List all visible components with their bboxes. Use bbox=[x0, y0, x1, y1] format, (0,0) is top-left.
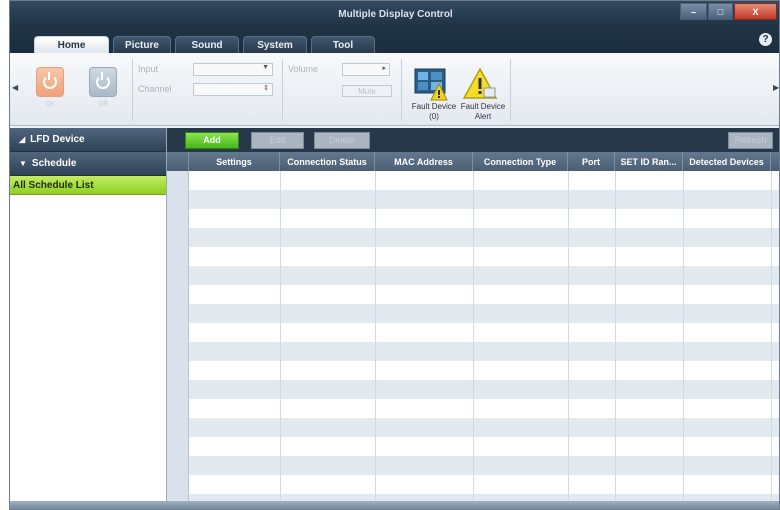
row-select-cell bbox=[167, 190, 189, 209]
tab-tool[interactable]: Tool bbox=[311, 36, 375, 53]
column-set-id-range[interactable]: SET ID Ran... bbox=[615, 152, 683, 171]
row-select-cell bbox=[167, 342, 189, 361]
title-bar: Multiple Display Control – □ X ? Home Pi… bbox=[10, 1, 779, 53]
tab-system[interactable]: System bbox=[243, 36, 307, 53]
row-select-cell bbox=[167, 171, 189, 190]
ribbon-divider bbox=[132, 59, 133, 121]
app-window: Multiple Display Control – □ X ? Home Pi… bbox=[9, 0, 780, 510]
app-title: Multiple Display Control bbox=[338, 9, 453, 20]
ribbon-scroll-right-icon[interactable]: ▶ bbox=[773, 83, 779, 92]
sidebar-item-schedule[interactable]: ▼ Schedule bbox=[10, 152, 166, 176]
row-select-cell bbox=[167, 380, 189, 399]
column-port[interactable]: Port bbox=[568, 152, 615, 171]
volume-field[interactable]: ▸ bbox=[342, 63, 390, 76]
power-off-label: Off bbox=[98, 101, 108, 108]
window-controls: – □ X bbox=[680, 3, 777, 20]
row-select-cell bbox=[167, 285, 189, 304]
sidebar-item-lfd-device[interactable]: ◢ LFD Device bbox=[10, 128, 166, 152]
ribbon-scroll-left-icon[interactable]: ◀ bbox=[12, 83, 18, 92]
column-settings[interactable]: Settings bbox=[189, 152, 280, 171]
add-button[interactable]: Add bbox=[185, 132, 239, 149]
grid-column-divider bbox=[375, 171, 376, 501]
row-select-cell bbox=[167, 228, 189, 247]
status-bar bbox=[10, 501, 779, 509]
sidebar-item-label: Schedule bbox=[31, 158, 77, 169]
sidebar-item-label: All Schedule List bbox=[13, 179, 94, 191]
input-select[interactable]: ▼ bbox=[193, 63, 273, 76]
tab-home[interactable]: Home bbox=[34, 36, 109, 53]
fault-alert-text: Fault Device bbox=[460, 102, 506, 111]
row-select-cell bbox=[167, 494, 189, 501]
input-label: Input bbox=[138, 64, 159, 74]
row-select-cell bbox=[167, 323, 189, 342]
chevron-down-icon: ▼ bbox=[262, 64, 269, 71]
delete-button[interactable]: Delete bbox=[314, 132, 370, 149]
power-icon bbox=[43, 72, 57, 89]
sidebar-empty-area bbox=[10, 195, 166, 501]
channel-label: Channel bbox=[138, 84, 172, 94]
fault-device-label: Fault Device (0) bbox=[407, 102, 461, 122]
sidebar-item-all-schedule-list[interactable]: All Schedule List bbox=[10, 176, 166, 195]
sidebar: ◢ LFD Device ▼ Schedule All Schedule Lis… bbox=[10, 128, 167, 501]
column-connection-type[interactable]: Connection Type bbox=[473, 152, 568, 171]
tab-strip: Home Picture Sound System Tool bbox=[34, 36, 379, 53]
power-on-label: On bbox=[45, 101, 55, 108]
grid-column-divider bbox=[568, 171, 569, 501]
row-select-cell bbox=[167, 361, 189, 380]
row-select-cell bbox=[167, 456, 189, 475]
sidebar-item-label: LFD Device bbox=[30, 134, 85, 145]
ribbon-divider bbox=[510, 59, 511, 121]
select-all-column[interactable] bbox=[167, 152, 189, 171]
chevron-right-icon: ▸ bbox=[382, 65, 386, 72]
mute-button[interactable]: Mute bbox=[342, 85, 392, 97]
fault-alert-icon[interactable] bbox=[462, 66, 498, 102]
grid-column-divider bbox=[280, 171, 281, 501]
fault-alert-sub: Alert bbox=[474, 112, 492, 121]
close-button[interactable]: X bbox=[734, 3, 777, 20]
maximize-button[interactable]: □ bbox=[708, 3, 733, 20]
fault-device-icon[interactable] bbox=[413, 66, 449, 102]
volume-label: Volume bbox=[288, 64, 319, 74]
grid-header: Settings Connection Status MAC Address C… bbox=[167, 152, 779, 171]
chevron-down-icon: ▼ bbox=[19, 159, 27, 168]
grid-column-divider bbox=[615, 171, 616, 501]
tab-sound[interactable]: Sound bbox=[175, 36, 239, 53]
ribbon-divider bbox=[401, 59, 402, 121]
fault-device-count: (0) bbox=[429, 112, 439, 121]
grid-column-divider bbox=[683, 171, 684, 501]
toolbar: Add Edit Delete Refresh bbox=[167, 128, 779, 152]
channel-stepper[interactable]: ⇕ bbox=[193, 83, 273, 96]
fault-device-text: Fault Device bbox=[411, 102, 457, 111]
help-icon[interactable]: ? bbox=[759, 33, 772, 46]
ribbon: ◀ ▶ On Off Input ▼ Channel ⇕ Volume ▸ Mu… bbox=[10, 53, 779, 126]
row-select-cell bbox=[167, 437, 189, 456]
device-grid[interactable] bbox=[167, 171, 779, 501]
column-mac-address[interactable]: MAC Address bbox=[375, 152, 473, 171]
fault-alert-label: Fault Device Alert bbox=[458, 102, 508, 122]
power-icon bbox=[96, 72, 110, 89]
row-select-cell bbox=[167, 475, 189, 494]
row-select-cell bbox=[167, 247, 189, 266]
column-detected-devices[interactable]: Detected Devices bbox=[683, 152, 771, 171]
collapse-arrow-icon: ◢ bbox=[19, 135, 26, 144]
row-select-cell bbox=[167, 209, 189, 228]
column-connection-status[interactable]: Connection Status bbox=[280, 152, 375, 171]
power-off-button[interactable] bbox=[89, 67, 117, 97]
edit-button[interactable]: Edit bbox=[251, 132, 304, 149]
tab-picture[interactable]: Picture bbox=[113, 36, 171, 53]
minimize-button[interactable]: – bbox=[680, 3, 707, 20]
power-on-button[interactable] bbox=[36, 67, 64, 97]
row-select-cell bbox=[167, 266, 189, 285]
refresh-button[interactable]: Refresh bbox=[728, 132, 773, 149]
row-select-cell bbox=[167, 418, 189, 437]
grid-column-divider bbox=[473, 171, 474, 501]
row-select-cell bbox=[167, 304, 189, 323]
stepper-icon: ⇕ bbox=[263, 85, 269, 92]
ribbon-divider bbox=[282, 59, 283, 121]
grid-column-divider bbox=[771, 171, 772, 501]
row-select-cell bbox=[167, 399, 189, 418]
main-panel: Add Edit Delete Refresh Settings Connect… bbox=[167, 128, 779, 501]
